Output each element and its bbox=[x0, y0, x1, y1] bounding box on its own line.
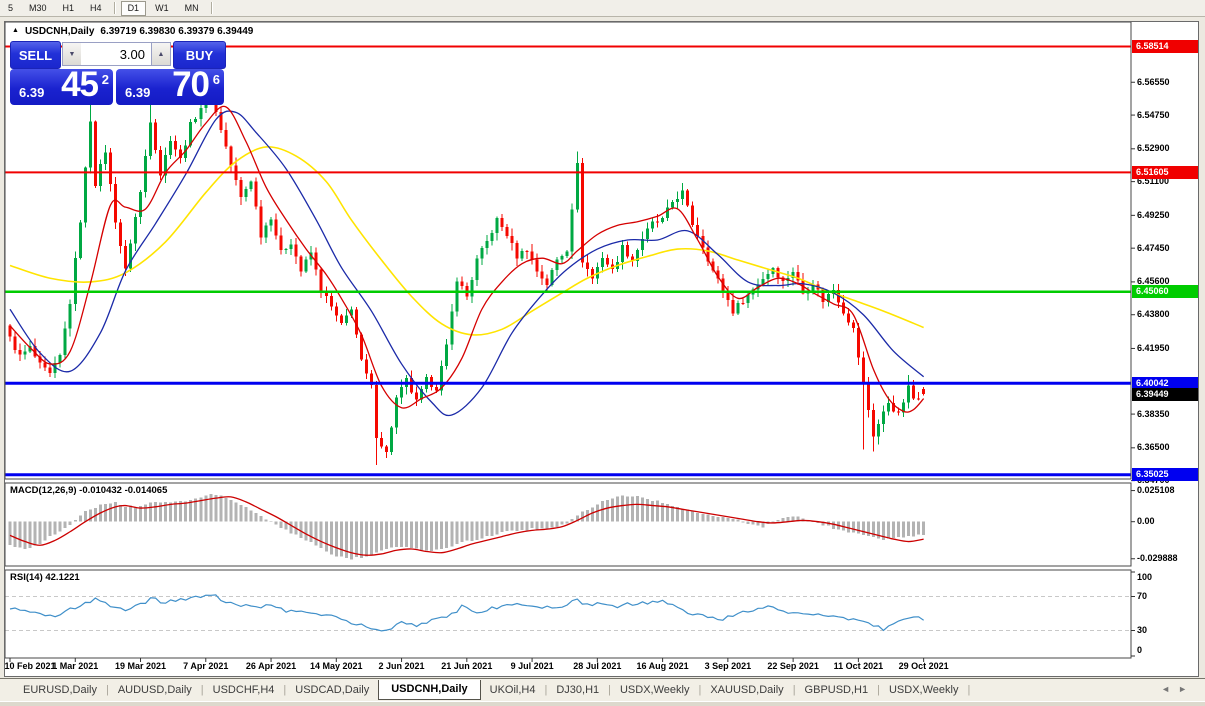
date-axis-label: 21 Jun 2021 bbox=[441, 661, 492, 671]
price-level-badge: 6.45060 bbox=[1132, 285, 1198, 298]
price-axis-tick: 6.41950 bbox=[1137, 343, 1170, 354]
date-axis-label: 16 Aug 2021 bbox=[636, 661, 688, 671]
chart-tab-xauusd-daily[interactable]: XAUUSD,Daily bbox=[701, 681, 792, 699]
chart-symbol-label: USDCNH,Daily bbox=[25, 26, 94, 37]
tabs-scroll-left-icon[interactable]: ◄ bbox=[1161, 684, 1178, 694]
sell-button[interactable]: SELL bbox=[10, 41, 61, 69]
ask-price-box[interactable]: 6.39 70 6 bbox=[116, 69, 224, 105]
chart-title: ▲ USDCNH,Daily 6.39719 6.39830 6.39379 6… bbox=[12, 26, 253, 37]
chart-tab-audusd-daily[interactable]: AUDUSD,Daily bbox=[109, 681, 201, 699]
timeframe-toolbar: 5M30H1H4 D1W1MN bbox=[0, 0, 1205, 17]
toolbar-separator bbox=[114, 2, 116, 14]
date-axis-label: 29 Oct 2021 bbox=[899, 661, 949, 671]
macd-label: MACD(12,26,9) -0.010432 -0.014065 bbox=[10, 485, 167, 496]
price-chart-canvas[interactable] bbox=[5, 22, 1199, 677]
ask-price-main: 70 bbox=[172, 65, 209, 105]
macd-axis-tick: 0.025108 bbox=[1137, 485, 1175, 496]
bid-price-pip: 2 bbox=[102, 72, 109, 87]
macd-axis-tick: -0.029888 bbox=[1137, 553, 1178, 564]
price-level-badge: 6.51605 bbox=[1132, 166, 1198, 179]
date-axis-label: 19 Mar 2021 bbox=[115, 661, 166, 671]
timeframe-button-m30[interactable]: M30 bbox=[22, 1, 54, 16]
rsi-axis-tick: 100 bbox=[1137, 572, 1152, 583]
chart-tab-usdx-weekly[interactable]: USDX,Weekly bbox=[611, 681, 698, 699]
current-price-badge: 6.39449 bbox=[1132, 388, 1198, 401]
tab-separator: | bbox=[967, 684, 970, 696]
volume-decrease-button[interactable]: ▼ bbox=[62, 42, 82, 66]
date-axis-label: 1 Mar 2021 bbox=[52, 661, 98, 671]
date-axis-label: 22 Sep 2021 bbox=[767, 661, 819, 671]
chart-tab-eurusd-daily[interactable]: EURUSD,Daily bbox=[14, 681, 106, 699]
price-axis-tick: 6.52900 bbox=[1137, 143, 1170, 154]
price-axis-tick: 6.49250 bbox=[1137, 210, 1170, 221]
timeframe-button-5[interactable]: 5 bbox=[1, 1, 20, 16]
date-axis[interactable] bbox=[5, 658, 1131, 676]
tabs-scroll-right-icon[interactable]: ► bbox=[1178, 684, 1195, 694]
one-click-trading-panel: SELL ▼ ▲ BUY 6.39 45 2 6.39 70 6 bbox=[10, 41, 224, 105]
volume-increase-button[interactable]: ▲ bbox=[151, 42, 171, 66]
chart-tab-gbpusd-h1[interactable]: GBPUSD,H1 bbox=[796, 681, 878, 699]
chart-tab-usdchf-h4[interactable]: USDCHF,H4 bbox=[204, 681, 284, 699]
price-axis-tick: 6.56550 bbox=[1137, 77, 1170, 88]
rsi-axis-tick: 0 bbox=[1137, 645, 1142, 656]
mt4-terminal: 5M30H1H4 D1W1MN ▲ USDCNH,Daily 6.39719 6.… bbox=[0, 0, 1205, 706]
price-level-badge: 6.58514 bbox=[1132, 40, 1198, 53]
price-axis-tick: 6.43800 bbox=[1137, 309, 1170, 320]
bid-price-box[interactable]: 6.39 45 2 bbox=[10, 69, 113, 105]
timeframe-button-h1[interactable]: H1 bbox=[56, 1, 82, 16]
price-axis-tick: 6.36500 bbox=[1137, 442, 1170, 453]
timeframe-button-h4[interactable]: H4 bbox=[83, 1, 109, 16]
rsi-line bbox=[10, 595, 924, 631]
timeframe-button-d1[interactable]: D1 bbox=[121, 1, 147, 16]
chart-tab-usdcnh-daily[interactable]: USDCNH,Daily bbox=[378, 680, 480, 700]
bottom-strip bbox=[0, 701, 1205, 706]
date-axis-label: 28 Jul 2021 bbox=[573, 661, 621, 671]
volume-down-icon: ▼ bbox=[69, 51, 76, 58]
collapse-triangle-icon[interactable]: ▲ bbox=[12, 27, 19, 34]
date-axis-label: 7 Apr 2021 bbox=[183, 661, 228, 671]
price-axis-tick: 6.47450 bbox=[1137, 243, 1170, 254]
ask-price-pip: 6 bbox=[213, 72, 220, 87]
chart-tabbar: EURUSD,Daily|AUDUSD,Daily|USDCHF,H4|USDC… bbox=[0, 678, 1205, 701]
rsi-label: RSI(14) 42.1221 bbox=[10, 572, 80, 583]
macd-axis-tick: 0.00 bbox=[1137, 516, 1155, 527]
bid-price-prefix: 6.39 bbox=[19, 85, 44, 100]
price-axis-tick: 6.38350 bbox=[1137, 409, 1170, 420]
ma-medium bbox=[10, 111, 924, 416]
chart-tab-dj30-h1[interactable]: DJ30,H1 bbox=[547, 681, 608, 699]
volume-up-icon: ▲ bbox=[158, 51, 165, 58]
tabs-scroll-arrows[interactable]: ◄► bbox=[1161, 684, 1195, 694]
rsi-axis-tick: 30 bbox=[1137, 625, 1147, 636]
chart-tab-usdcad-daily[interactable]: USDCAD,Daily bbox=[286, 681, 378, 699]
rsi-axis-tick: 70 bbox=[1137, 591, 1147, 602]
chart-ohlc-values: 6.39719 6.39830 6.39379 6.39449 bbox=[100, 26, 253, 37]
date-axis-label: 11 Oct 2021 bbox=[834, 661, 884, 671]
chart-tab-ukoil-h4[interactable]: UKOil,H4 bbox=[481, 681, 545, 699]
chart-tab-usdx-weekly[interactable]: USDX,Weekly bbox=[880, 681, 967, 699]
date-axis-label: 9 Jul 2021 bbox=[511, 661, 554, 671]
toolbar-separator bbox=[211, 2, 213, 14]
ma-slow bbox=[10, 147, 924, 335]
date-axis-label: 14 May 2021 bbox=[310, 661, 363, 671]
date-axis-label: 2 Jun 2021 bbox=[379, 661, 425, 671]
ask-price-prefix: 6.39 bbox=[125, 85, 150, 100]
date-axis-label: 26 Apr 2021 bbox=[246, 661, 296, 671]
timeframe-button-w1[interactable]: W1 bbox=[148, 1, 176, 16]
date-axis-label: 3 Sep 2021 bbox=[705, 661, 752, 671]
timeframe-button-mn[interactable]: MN bbox=[178, 1, 206, 16]
date-axis-label: 10 Feb 2021 bbox=[4, 661, 55, 671]
price-axis-tick: 6.54750 bbox=[1137, 110, 1170, 121]
price-level-badge: 6.35025 bbox=[1132, 468, 1198, 481]
bid-price-main: 45 bbox=[61, 65, 98, 105]
volume-input[interactable] bbox=[81, 42, 151, 66]
